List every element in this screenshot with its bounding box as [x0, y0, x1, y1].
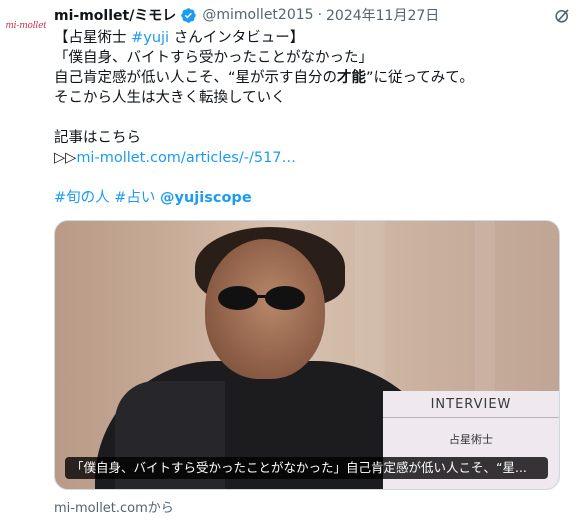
article-link[interactable]: mi-mollet.com/articles/-/517…: [76, 150, 296, 166]
card-source[interactable]: mi-mollet.comから: [54, 497, 174, 516]
text-line1-suffix: さんインタビュー】: [169, 30, 305, 46]
avatar-logo: mi-mollet: [6, 21, 46, 31]
hashtag-uranai[interactable]: #占い: [114, 190, 155, 206]
tweet-header: mi-mollet/ミモレ @mimollet2015 · 2024年11月27…: [54, 0, 572, 30]
author-name[interactable]: mi-mollet/ミモレ: [54, 5, 176, 25]
hashtag-yuji[interactable]: #yuji: [131, 30, 169, 46]
text-line3-prefix: 自己肯定感が低い人こそ、“星が示す自分の: [54, 70, 338, 86]
link-card[interactable]: INTERVIEW 占星術士 「僕自身、バイトすら受かったことがなかった」自己肯…: [54, 220, 560, 490]
header-separator: ·: [317, 7, 323, 23]
card-caption: 「僕自身、バイトすら受かったことがなかった」自己肯定感が低い人こそ、“星...: [65, 457, 548, 479]
hashtag-shun[interactable]: #旬の人: [54, 190, 110, 206]
text-line4: そこから人生は大きく転換していく: [54, 90, 286, 106]
text-line1-prefix: 【占星術士: [54, 30, 132, 46]
verified-badge-icon: [181, 7, 197, 23]
text-line5: 記事はこちら: [54, 130, 141, 146]
tweet: mi-mollet/ミモレ @mimollet2015 · 2024年11月27…: [54, 0, 572, 516]
text-line3-bold: 才能: [337, 70, 367, 86]
tweet-text: 【占星術士 #yuji さんインタビュー】 「僕自身、バイトすら受かったことがな…: [54, 28, 572, 208]
text-line6-prefix: ▷▷: [54, 150, 77, 166]
interview-title: INTERVIEW: [383, 391, 559, 418]
grok-icon[interactable]: [553, 6, 572, 25]
text-line3-suffix: ”に従ってみて。: [366, 70, 474, 86]
tweet-date[interactable]: 2024年11月27日: [326, 5, 439, 25]
text-line2: 「僕自身、バイトすら受かったことがなかった」: [54, 50, 373, 66]
mention-yujiscope[interactable]: @yujiscope: [160, 190, 252, 206]
author-handle[interactable]: @mimollet2015: [202, 7, 313, 23]
interview-subtitle: 占星術士: [449, 433, 493, 446]
avatar[interactable]: mi-mollet: [6, 6, 46, 46]
